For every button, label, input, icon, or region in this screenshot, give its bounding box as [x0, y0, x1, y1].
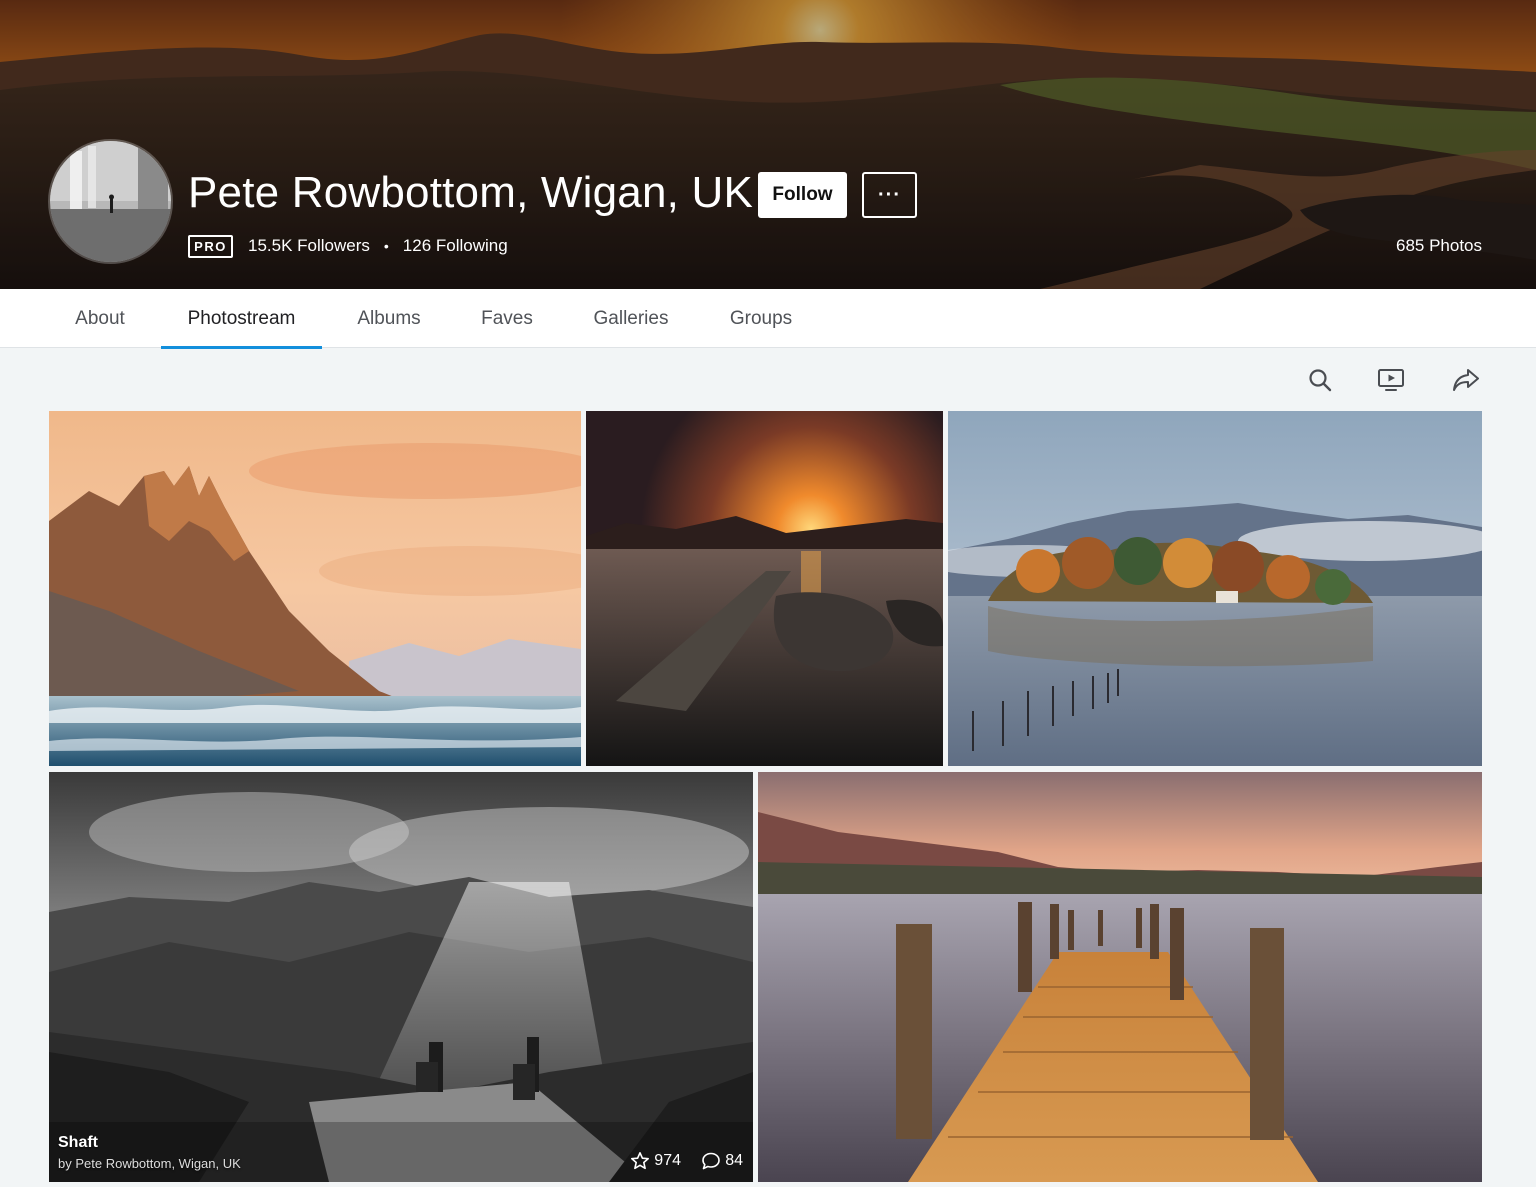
- slideshow-icon: [1378, 369, 1404, 391]
- photo-tile[interactable]: [586, 411, 943, 766]
- photo-jetty-sunset-image: [586, 411, 943, 766]
- tab-galleries[interactable]: Galleries: [580, 289, 682, 348]
- tab-faves[interactable]: Faves: [466, 289, 548, 348]
- tab-label: Groups: [729, 307, 793, 329]
- avatar-waterfall-image: [50, 141, 171, 262]
- stats-separator: •: [383, 238, 389, 254]
- fave-button[interactable]: 974: [630, 1151, 681, 1171]
- photo-wooden-pier-image: [758, 772, 1482, 1182]
- tab-albums[interactable]: Albums: [343, 289, 435, 348]
- following-count[interactable]: 126 Following: [403, 236, 508, 256]
- photo-shaft-image: [49, 772, 753, 1182]
- tab-label: Galleries: [593, 307, 669, 329]
- fave-count: 974: [654, 1152, 681, 1169]
- tab-about[interactable]: About: [62, 289, 138, 348]
- tab-label: Faves: [481, 307, 533, 329]
- more-options-button[interactable]: ···: [862, 172, 917, 218]
- photo-tile[interactable]: [948, 411, 1482, 766]
- follow-stats: 15.5K Followers • 126 Following: [248, 236, 508, 256]
- search-icon: [1309, 369, 1332, 392]
- cover-photo: Pete Rowbottom, Wigan, UK Follow ··· PRO…: [0, 0, 1536, 289]
- photo-title[interactable]: Shaft: [58, 1134, 98, 1152]
- photo-misty-island-image: [948, 411, 1482, 766]
- tab-label: Photostream: [187, 307, 296, 329]
- slideshow-button[interactable]: [1375, 364, 1407, 396]
- photo-tile[interactable]: [758, 772, 1482, 1182]
- search-button[interactable]: [1304, 364, 1336, 396]
- comment-count: 84: [725, 1152, 743, 1169]
- tab-groups[interactable]: Groups: [715, 289, 807, 348]
- pro-badge: PRO: [188, 235, 233, 258]
- follow-button[interactable]: Follow: [758, 172, 847, 218]
- photo-tile[interactable]: Shaft by Pete Rowbottom, Wigan, UK 974 8…: [49, 772, 753, 1182]
- avatar[interactable]: [48, 139, 173, 264]
- comment-button[interactable]: 84: [701, 1151, 743, 1171]
- photo-count: 685 Photos: [1395, 236, 1482, 255]
- profile-name: Pete Rowbottom, Wigan, UK: [188, 168, 754, 217]
- profile-subnav: About Photostream Albums Faves Galleries…: [0, 289, 1536, 349]
- share-icon: [1453, 369, 1479, 391]
- share-button[interactable]: [1450, 364, 1482, 396]
- star-icon: [631, 1152, 650, 1170]
- followers-count[interactable]: 15.5K Followers: [248, 236, 370, 256]
- tab-photostream[interactable]: Photostream: [161, 289, 322, 349]
- photo-mountain-sunset-image: [49, 411, 581, 766]
- tab-label: Albums: [357, 307, 421, 329]
- comment-icon: [702, 1152, 721, 1170]
- tab-label: About: [75, 307, 125, 329]
- photo-tile[interactable]: [49, 411, 581, 766]
- photo-author[interactable]: by Pete Rowbottom, Wigan, UK: [58, 1156, 241, 1171]
